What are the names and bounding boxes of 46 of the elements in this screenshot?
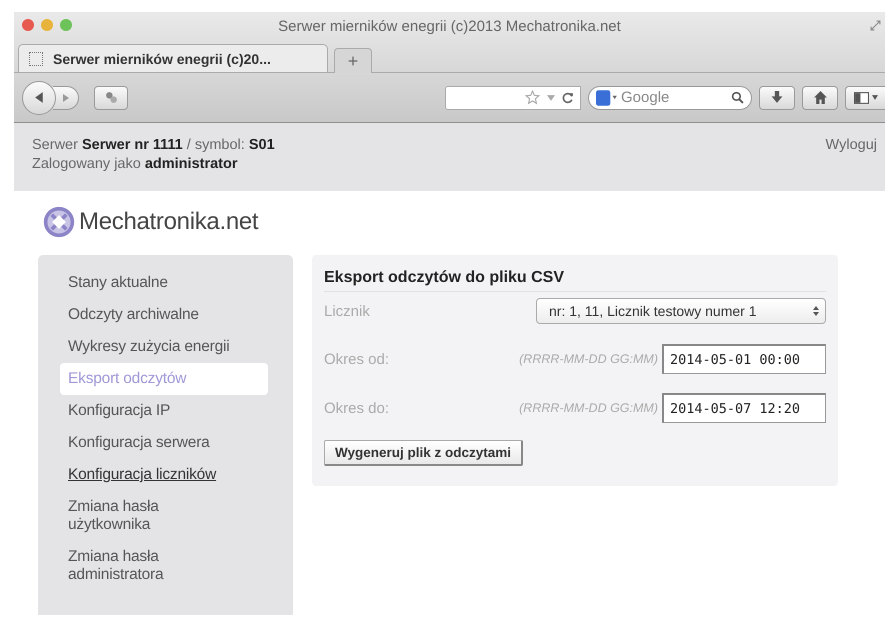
download-arrow-icon[interactable] [771, 91, 783, 104]
window-title: Serwer mierników enegrii (c)2013 Mechatronika.net [278, 18, 621, 34]
extension-button[interactable] [94, 86, 128, 110]
format-hint: (RRRR-MM-DD GG:MM) [519, 352, 658, 366]
search-icon[interactable] [731, 91, 744, 104]
server-info-text: Serwer Serwer nr 1111 / symbol: S01 [32, 136, 275, 155]
new-tab-button[interactable]: + [334, 48, 372, 73]
home-icon[interactable] [814, 91, 826, 104]
meter-select[interactable]: nr: 1, 11, Licznik testowy numer 1 [536, 298, 826, 324]
menu-item[interactable]: Stany aktualne [60, 267, 266, 299]
back-button[interactable] [22, 80, 56, 114]
menu-item[interactable]: Konfiguracja serwera [60, 427, 266, 459]
browser-tab[interactable]: Serwer mierników enegrii (c)20... [18, 44, 328, 72]
updown-arrows-icon[interactable] [813, 306, 819, 316]
home-button[interactable] [802, 86, 838, 110]
star-icon[interactable] [525, 90, 540, 105]
date-input[interactable]: 2014-05-01 00:00 [662, 344, 826, 374]
fullscreen-icon[interactable] [870, 20, 881, 31]
field-label: Okres do: [324, 400, 390, 416]
google-logo-icon[interactable] [596, 90, 618, 106]
menu-item[interactable]: Odczyty archiwalne [60, 299, 266, 331]
menu-item[interactable]: Zmiana hasła użytkownika [60, 491, 236, 541]
sidebar-button[interactable] [845, 86, 885, 110]
field-label: Licznik [324, 302, 371, 320]
format-hint: (RRRR-MM-DD GG:MM) [519, 401, 658, 415]
menu-item[interactable]: Konfiguracja liczników [60, 459, 266, 491]
back-arrow-icon[interactable] [32, 91, 46, 104]
caret-icon[interactable] [872, 95, 878, 100]
search-bar[interactable]: Google [588, 86, 752, 110]
search-field[interactable]: Google [621, 89, 711, 106]
download-button[interactable] [759, 86, 795, 110]
menu-item[interactable]: Zmiana hasła administratora [60, 541, 236, 591]
logo-text: Mechatronika.net [79, 208, 258, 236]
login-info-text: Zalogowany jako administrator [32, 155, 239, 174]
generate-button[interactable]: Wygeneruj plik z odczytami [324, 440, 524, 466]
logout-link[interactable]: Wyloguj [826, 136, 877, 155]
logo-icon [42, 205, 76, 239]
menu-item[interactable]: Konfiguracja IP [60, 395, 266, 427]
menu-item[interactable]: Wykresy zużycia energii [60, 331, 266, 363]
reload-icon[interactable] [562, 92, 574, 104]
sidebar-icon[interactable] [854, 92, 868, 104]
address-field[interactable] [445, 86, 581, 110]
field-label: Okres od: [324, 350, 390, 368]
panel-title: Eksport odczytów do pliku CSV [324, 269, 826, 292]
window-control-button[interactable] [22, 19, 34, 31]
date-input[interactable]: 2014-05-07 12:20 [662, 393, 826, 423]
